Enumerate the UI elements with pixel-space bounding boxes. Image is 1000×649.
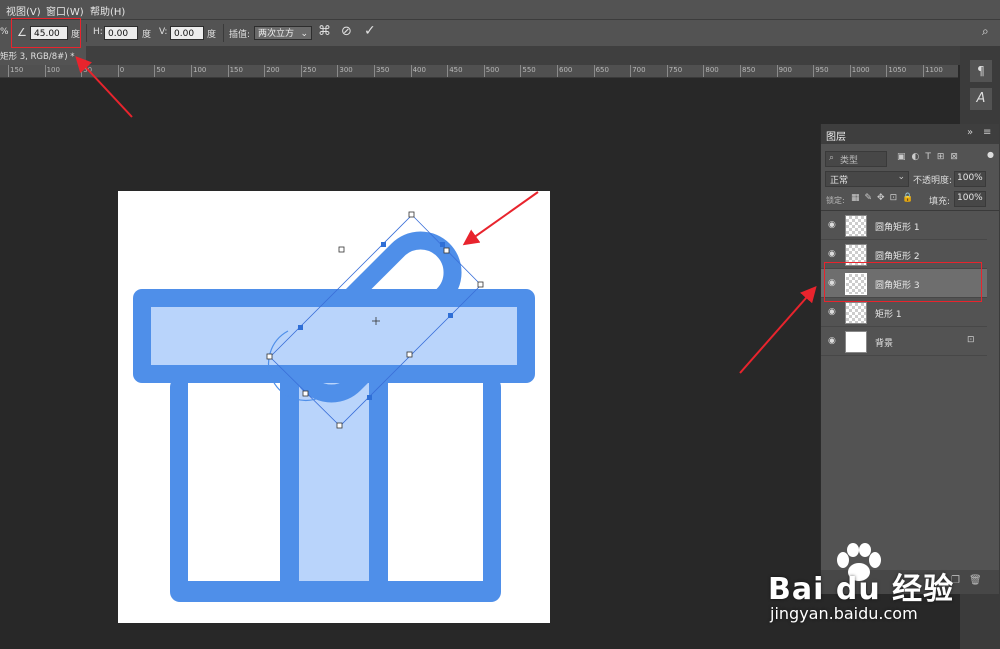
arrow-to-tab [75, 56, 133, 118]
arrow-to-layer [739, 285, 817, 374]
watermark-url: jingyan.baidu.com [770, 604, 918, 623]
arrow-to-shape [462, 191, 539, 246]
watermark-brand: Bai du 经验 [768, 572, 955, 607]
baidu-watermark: Bai du 经验 jingyan.baidu.com [760, 538, 990, 633]
